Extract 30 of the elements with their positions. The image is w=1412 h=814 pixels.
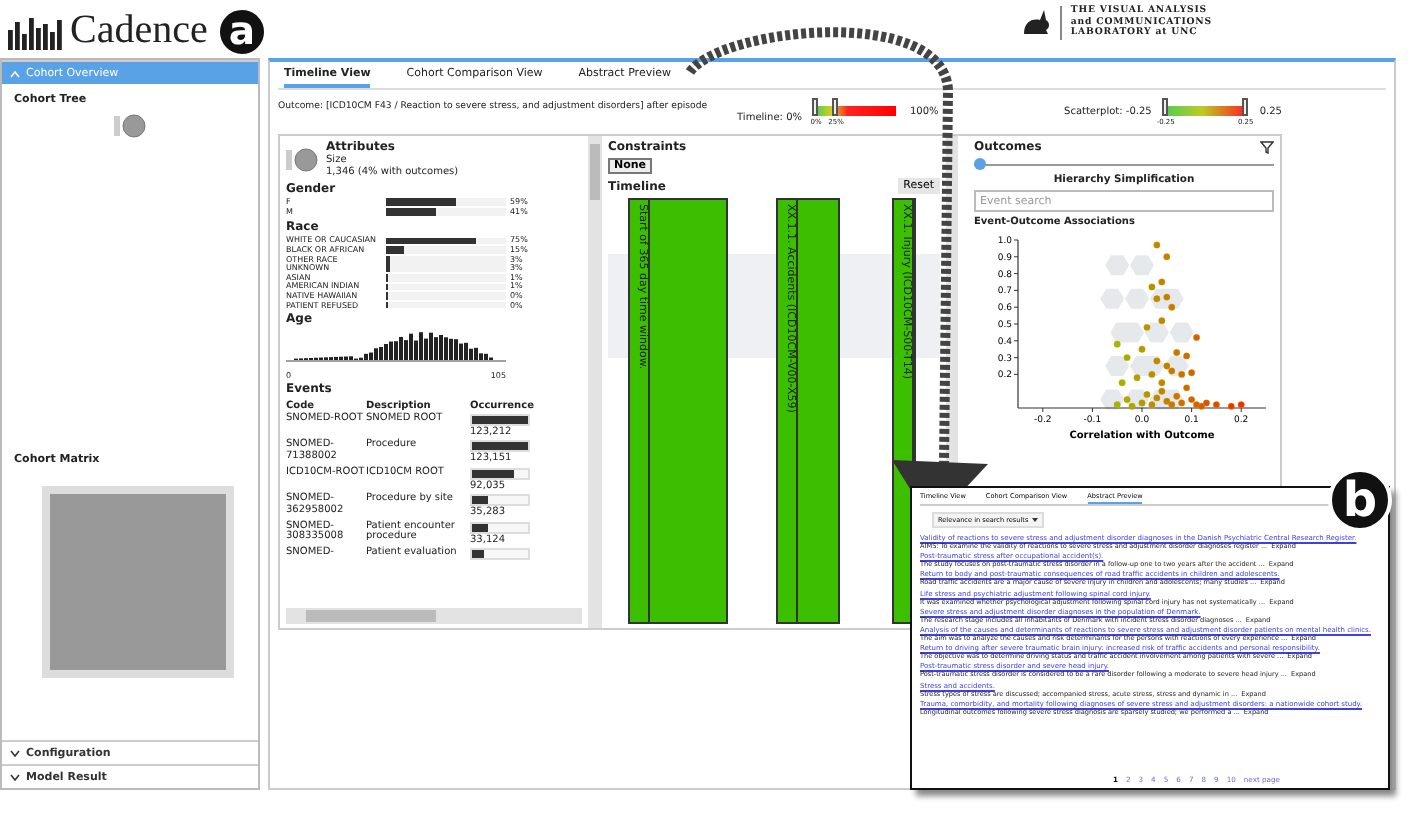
tree-node-icon bbox=[286, 147, 318, 171]
data-point bbox=[1133, 374, 1141, 382]
data-point bbox=[1153, 241, 1161, 249]
rabbit-logo-icon bbox=[1020, 8, 1053, 37]
tree-node-icon bbox=[114, 114, 146, 138]
callout-badge: a bbox=[216, 6, 268, 58]
data-point bbox=[1118, 379, 1126, 387]
app-title: Cadence bbox=[70, 9, 208, 49]
data-point bbox=[1163, 253, 1171, 261]
simplification-slider[interactable] bbox=[974, 158, 1274, 170]
caret-icon bbox=[1032, 518, 1039, 522]
data-point bbox=[1123, 354, 1131, 361]
chevron-up-icon bbox=[10, 69, 20, 77]
slider-handle[interactable] bbox=[812, 98, 818, 116]
slider-thumb[interactable] bbox=[974, 158, 986, 170]
data-point bbox=[1193, 334, 1200, 341]
data-point bbox=[1213, 401, 1220, 409]
bar-chart-logo-icon bbox=[8, 17, 64, 49]
callout-badge: b bbox=[1328, 468, 1392, 532]
data-point bbox=[1138, 345, 1146, 353]
data-point bbox=[1113, 340, 1121, 348]
data-point bbox=[1158, 317, 1166, 325]
chevron-down-icon bbox=[10, 773, 20, 781]
filter-icon bbox=[1260, 140, 1274, 154]
slider-handle[interactable] bbox=[1161, 98, 1168, 116]
slider-handle[interactable] bbox=[832, 98, 838, 116]
chevron-down-icon bbox=[10, 749, 20, 757]
slider-handle[interactable] bbox=[1241, 98, 1248, 116]
data-point bbox=[1143, 323, 1151, 331]
scrollbar-thumb bbox=[590, 144, 600, 200]
